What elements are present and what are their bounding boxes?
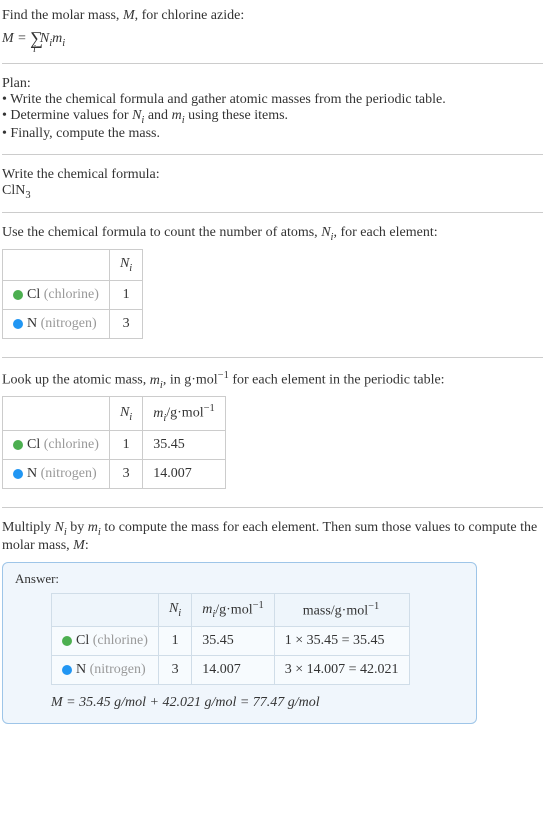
plan-section: Plan: • Write the chemical formula and g… — [2, 72, 543, 146]
table-row: N (nitrogen) 3 — [3, 309, 143, 338]
mass-value: 1 × 35.45 = 35.45 — [274, 627, 409, 656]
atom-count-table: Ni Cl (chlorine) 1 N (nitrogen) 3 — [2, 249, 143, 339]
element-symbol: Cl — [27, 437, 40, 452]
empty-header — [3, 250, 110, 281]
table-row: Cl (chlorine) 1 — [3, 280, 143, 309]
dot-icon — [13, 469, 23, 479]
plan-bullet-2: • Determine values for Ni and mi using t… — [2, 108, 543, 126]
element-name: (chlorine) — [44, 437, 99, 452]
mass-value: 3 × 14.007 = 42.021 — [274, 656, 409, 685]
compute-heading: Multiply Ni by mi to compute the mass fo… — [2, 520, 543, 554]
divider — [2, 357, 543, 358]
divider — [2, 212, 543, 213]
answer-box: Answer: Ni mi/g·mol−1 mass/g·mol−1 Cl (c… — [2, 562, 477, 724]
element-name: (nitrogen) — [90, 662, 146, 677]
divider — [2, 507, 543, 508]
n-header: Ni — [109, 397, 142, 430]
m-header: mi/g·mol−1 — [192, 593, 275, 626]
answer-label: Answer: — [15, 571, 464, 587]
atomic-mass-table: Ni mi/g·mol−1 Cl (chlorine) 1 35.45 N (n… — [2, 396, 226, 488]
m-value: 35.45 — [192, 627, 275, 656]
atomic-mass-section: Look up the atomic mass, mi, in g·mol−1 … — [2, 366, 543, 499]
compute-section: Multiply Ni by mi to compute the mass fo… — [2, 516, 543, 558]
dot-icon — [62, 665, 72, 675]
element-symbol: Cl — [27, 287, 40, 302]
empty-header — [52, 593, 159, 626]
element-cell: N (nitrogen) — [3, 459, 110, 488]
table-row: N (nitrogen) 3 14.007 3 × 14.007 = 42.02… — [52, 656, 410, 685]
n-value: 1 — [109, 430, 142, 459]
mass-header: mass/g·mol−1 — [274, 593, 409, 626]
plan-bullet-3: • Finally, compute the mass. — [2, 126, 543, 142]
table-header-row: Ni mi/g·mol−1 — [3, 397, 226, 430]
m-value: 14.007 — [192, 656, 275, 685]
final-result: M = 35.45 g/mol + 42.021 g/mol = 77.47 g… — [51, 695, 464, 711]
plan-heading: Plan: — [2, 76, 543, 92]
table-header-row: Ni — [3, 250, 143, 281]
table-header-row: Ni mi/g·mol−1 mass/g·mol−1 — [52, 593, 410, 626]
count-atoms-heading: Use the chemical formula to count the nu… — [2, 225, 543, 243]
n-value: 1 — [109, 280, 142, 309]
element-symbol: N — [27, 466, 37, 481]
m-header: mi/g·mol−1 — [143, 397, 226, 430]
dot-icon — [62, 636, 72, 646]
dot-icon — [13, 440, 23, 450]
dot-icon — [13, 290, 23, 300]
element-cell: Cl (chlorine) — [3, 430, 110, 459]
element-name: (nitrogen) — [41, 316, 97, 331]
chemical-formula-section: Write the chemical formula: ClN3 — [2, 163, 543, 205]
answer-table: Ni mi/g·mol−1 mass/g·mol−1 Cl (chlorine)… — [51, 593, 410, 685]
element-cell: N (nitrogen) — [52, 656, 159, 685]
element-name: (chlorine) — [93, 633, 148, 648]
element-cell: Cl (chlorine) — [3, 280, 110, 309]
n-header: Ni — [109, 250, 142, 281]
n-value: 3 — [109, 459, 142, 488]
intro-formula: M = ∑iNimi — [2, 24, 543, 51]
empty-header — [3, 397, 110, 430]
element-name: (chlorine) — [44, 287, 99, 302]
count-atoms-section: Use the chemical formula to count the nu… — [2, 221, 543, 349]
atomic-mass-heading: Look up the atomic mass, mi, in g·mol−1 … — [2, 370, 543, 390]
element-symbol: Cl — [76, 633, 89, 648]
table-row: Cl (chlorine) 1 35.45 1 × 35.45 = 35.45 — [52, 627, 410, 656]
chemical-formula-value: ClN3 — [2, 183, 543, 201]
divider — [2, 154, 543, 155]
n-header: Ni — [158, 593, 191, 626]
plan-bullet-1: • Write the chemical formula and gather … — [2, 92, 543, 108]
table-row: Cl (chlorine) 1 35.45 — [3, 430, 226, 459]
dot-icon — [13, 319, 23, 329]
element-cell: N (nitrogen) — [3, 309, 110, 338]
chemical-formula-heading: Write the chemical formula: — [2, 167, 543, 183]
intro-section: Find the molar mass, M, for chlorine azi… — [2, 4, 543, 55]
element-symbol: N — [76, 662, 86, 677]
m-value: 14.007 — [143, 459, 226, 488]
element-name: (nitrogen) — [41, 466, 97, 481]
element-cell: Cl (chlorine) — [52, 627, 159, 656]
table-row: N (nitrogen) 3 14.007 — [3, 459, 226, 488]
n-value: 3 — [109, 309, 142, 338]
n-value: 3 — [158, 656, 191, 685]
intro-line1: Find the molar mass, M, for chlorine azi… — [2, 8, 543, 24]
m-value: 35.45 — [143, 430, 226, 459]
n-value: 1 — [158, 627, 191, 656]
divider — [2, 63, 543, 64]
element-symbol: N — [27, 316, 37, 331]
